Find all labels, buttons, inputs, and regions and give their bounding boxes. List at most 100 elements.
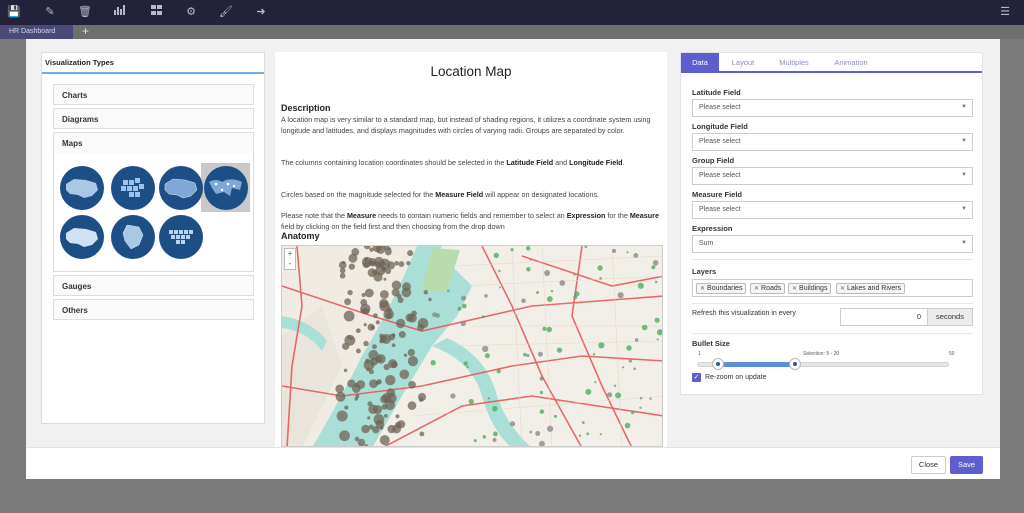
map-bubble [407,401,417,410]
grid-icon[interactable] [147,4,165,20]
select-placeholder: Please select [699,104,741,111]
map-thumbnail-hex-grid[interactable] [159,215,203,259]
trash-icon[interactable]: 🗑 [76,4,94,20]
slider-handle-max[interactable] [788,358,801,370]
longitude-field-select[interactable]: Please select ▼ [692,133,973,151]
map-bubble [599,433,602,436]
map-bubble [538,440,545,446]
map-bubble [498,286,501,289]
map-bubble [417,324,425,332]
tab-layout[interactable]: Layout [721,53,765,73]
map-bubble [656,329,662,336]
map-bubble [363,323,367,327]
map-bubble [656,338,659,341]
save-button[interactable]: Save [950,456,983,474]
map-thumbnail-usa-states[interactable] [159,166,203,210]
map-bubble [626,345,632,351]
map-bubble [460,320,467,327]
accordion-label: Others [62,306,88,315]
accordion-label: Maps [62,139,83,148]
modal-body: Visualization Types Charts Diagrams Maps [26,39,1000,447]
map-bubble [447,289,450,293]
map-thumbnail-location-map[interactable] [204,166,248,210]
sign-out-icon[interactable]: ➜ [252,4,270,20]
group-field-select[interactable]: Please select ▼ [692,167,973,185]
edit-icon[interactable]: ✎ [41,4,59,20]
latitude-field-select[interactable]: Please select ▼ [692,99,973,117]
save-icon[interactable]: 💾 [5,4,23,20]
remove-icon[interactable]: ✕ [840,286,845,292]
map-bubble [628,359,632,363]
accordion-diagrams[interactable]: Diagrams [53,108,254,129]
map-bubble [372,269,378,276]
map-bubble [526,266,531,272]
tab-hr-dashboard[interactable]: HR Dashboard [0,25,73,39]
caret-down-icon: ▼ [961,206,967,212]
brush-icon[interactable]: 🖌 [217,4,235,20]
tab-data[interactable]: Data [681,53,719,73]
layers-label: Layers [692,267,717,276]
zoom-in-button[interactable]: + [285,249,295,259]
map-bubble [492,405,498,412]
layer-tag-roads[interactable]: ✕ Roads [750,283,786,294]
divider [692,259,973,260]
map-thumbnail-choropleth[interactable] [60,166,104,210]
map-thumbnail-region[interactable] [111,215,155,259]
map-bubble [388,359,398,369]
remove-icon[interactable]: ✕ [792,286,797,292]
accordion-charts[interactable]: Charts [53,84,254,105]
map-bubble [402,282,411,292]
gear-icon[interactable]: ⚙ [182,4,200,20]
map-bubble [383,414,388,418]
remove-icon[interactable]: ✕ [754,286,759,292]
map-bubble [348,263,356,270]
map-thumbnail-tile-grid[interactable] [111,166,155,210]
tab-multiples[interactable]: Multiples [769,53,819,73]
map-bubble [367,416,371,420]
map-zoom-control[interactable]: + - [284,248,296,270]
tab-animation[interactable]: Animation [825,53,877,73]
expression-select[interactable]: Sum ▼ [692,235,973,253]
close-button[interactable]: Close [911,456,946,474]
map-bubble [336,410,348,422]
map-bubble [355,328,361,334]
map-bubble [633,367,636,371]
map-bubble [473,439,477,443]
map-bubble [553,414,557,418]
bar-chart-icon[interactable] [111,4,129,20]
layers-multiselect[interactable]: ✕ Boundaries ✕ Roads ✕ Buildings ✕ Lakes and… [692,279,973,297]
remove-icon[interactable]: ✕ [700,286,705,292]
map-bubble [578,434,582,437]
map-bubble [407,356,419,367]
seconds-addon: seconds [928,308,973,326]
map-bubble [633,253,639,258]
map-bubble [375,320,380,325]
map-bubble [347,289,353,296]
slider-handle-min[interactable] [711,358,724,370]
layer-tag-buildings[interactable]: ✕ Buildings [788,283,832,294]
zoom-out-button[interactable]: - [285,259,295,269]
accordion-others[interactable]: Others [53,299,254,320]
layer-tag-lakes-and-rivers[interactable]: ✕ Lakes and Rivers [836,283,906,294]
map-bubble [363,340,369,347]
measure-field-select[interactable]: Please select ▼ [692,201,973,219]
map-bubble [641,324,648,331]
map-bubble [385,374,396,386]
map-bubble [368,404,378,414]
menu-icon[interactable]: ☰ [996,4,1014,20]
refresh-seconds-input[interactable]: 0 [840,308,928,326]
rezoom-checkbox[interactable]: ✓ [692,373,701,382]
description-paragraph: Circles based on the magnitude selected … [281,190,600,199]
map-bubble [357,438,366,446]
accordion-gauges[interactable]: Gauges [53,275,254,296]
map-bubble [509,421,516,427]
panel-title: Visualization Types [45,58,114,67]
map-bubble [339,430,350,442]
map-bubble [399,369,410,380]
map-bubble [492,438,497,443]
caret-down-icon: ▼ [961,172,967,178]
map-thumbnail-usa-light[interactable] [60,215,104,259]
add-tab-button[interactable]: + [82,24,89,38]
map-bubble [521,298,526,304]
layer-tag-boundaries[interactable]: ✕ Boundaries [696,283,747,294]
